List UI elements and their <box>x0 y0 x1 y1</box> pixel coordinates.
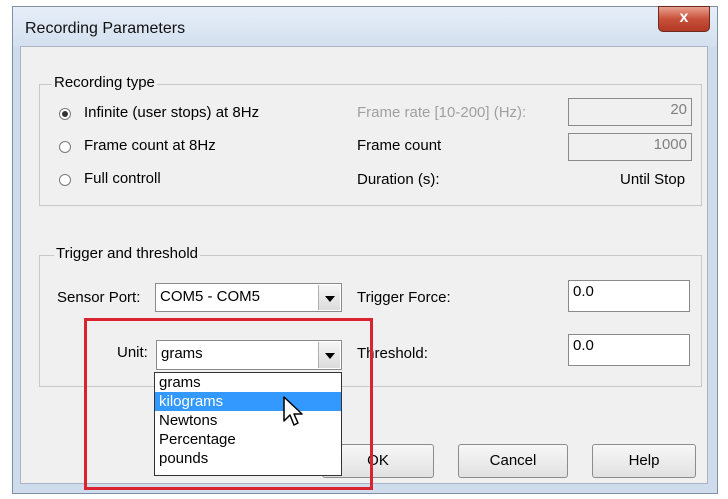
help-button[interactable]: Help <box>592 444 696 478</box>
sensor-port-label: Sensor Port: <box>57 289 141 306</box>
radio-infinite-label[interactable]: Infinite (user stops) at 8Hz <box>84 104 259 121</box>
radio-full-control[interactable] <box>59 174 71 186</box>
frame-rate-label: Frame rate [10-200] (Hz): <box>357 104 527 121</box>
duration-label: Duration (s): <box>357 171 440 188</box>
mouse-cursor-icon <box>283 396 303 426</box>
frame-rate-field[interactable]: 20 <box>568 98 692 126</box>
sensor-port-select[interactable]: COM5 - COM5 <box>155 283 342 312</box>
trigger-threshold-legend: Trigger and threshold <box>54 245 201 262</box>
highlight-box <box>84 318 373 490</box>
window-title: Recording Parameters <box>25 20 186 37</box>
frame-count-field[interactable]: 1000 <box>568 133 692 161</box>
trigger-force-label: Trigger Force: <box>357 289 451 306</box>
chevron-down-icon[interactable] <box>318 285 340 310</box>
radio-infinite[interactable] <box>59 108 71 120</box>
radio-frame-count[interactable] <box>59 141 71 153</box>
frame-count-label: Frame count <box>357 137 442 154</box>
close-icon: x <box>679 9 689 26</box>
close-button[interactable]: x <box>658 6 710 32</box>
trigger-force-field[interactable]: 0.0 <box>568 280 690 312</box>
duration-value: Until Stop <box>620 171 686 188</box>
cancel-button[interactable]: Cancel <box>458 444 568 478</box>
radio-frame-count-label[interactable]: Frame count at 8Hz <box>84 137 216 154</box>
threshold-field[interactable]: 0.0 <box>568 334 690 366</box>
sensor-port-value: COM5 - COM5 <box>160 288 261 305</box>
title-bar[interactable]: Recording Parameters x <box>13 6 717 47</box>
recording-type-legend: Recording type <box>52 74 157 91</box>
radio-full-control-label[interactable]: Full controll <box>84 170 161 187</box>
